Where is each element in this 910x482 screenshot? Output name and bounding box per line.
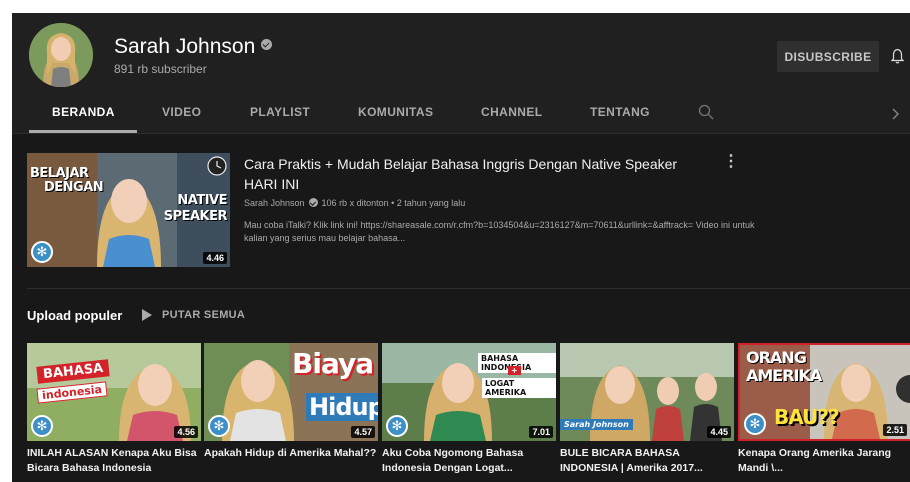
channel-name-text: Sarah Johnson bbox=[114, 35, 256, 58]
video-card[interactable]: ORANGAMERIKA BAU?? 2.51 Kenapa Orang Ame… bbox=[738, 343, 910, 476]
channel-page: Sarah Johnson 891 rb subscriber DISUBSCR… bbox=[12, 13, 910, 482]
more-vert-icon[interactable]: ⋮ bbox=[723, 154, 739, 170]
thumbnail-text: NATIVE SPEAKER bbox=[163, 193, 228, 224]
thumbnail-text: BELAJAR DENGAN bbox=[30, 166, 104, 195]
channel-logo-icon bbox=[208, 415, 230, 437]
active-tab-indicator bbox=[29, 130, 137, 133]
search-icon[interactable] bbox=[698, 104, 714, 120]
video-duration: 4.57 bbox=[351, 426, 375, 438]
subscriber-count: 891 rb subscriber bbox=[114, 62, 207, 76]
thumbnail-text: ORANG AMERIKA bbox=[746, 348, 822, 385]
video-card[interactable]: BAHASA INDONESIA + LOGAT AMERIKA 7.01 Ak… bbox=[382, 343, 556, 476]
section-divider bbox=[27, 288, 910, 289]
channel-name: Sarah Johnson bbox=[114, 35, 273, 59]
featured-video-meta: Sarah Johnson 106 rb x ditonton • 2 tahun… bbox=[244, 198, 465, 208]
video-card[interactable]: BAHASA indonesia 4.56 INILAH ALASAN Kena… bbox=[27, 343, 201, 476]
channel-logo-icon bbox=[744, 413, 766, 435]
video-title[interactable]: Aku Coba Ngomong Bahasa Indonesia Dengan… bbox=[382, 446, 556, 476]
video-card[interactable]: Biaya Hidup 4.57 Apakah Hidup di Amerika… bbox=[204, 343, 378, 461]
featured-video-thumbnail[interactable]: BELAJARDENGAN NATIVESPEAKER 4.46 bbox=[27, 153, 230, 267]
channel-header: Sarah Johnson 891 rb subscriber DISUBSCR… bbox=[12, 13, 910, 95]
video-duration: 4.45 bbox=[707, 426, 731, 438]
featured-stats: 106 rb x ditonton • 2 tahun yang lalu bbox=[321, 198, 466, 208]
featured-video-title[interactable]: Cara Praktis + Mudah Belajar Bahasa Ingg… bbox=[244, 154, 714, 194]
video-thumbnail[interactable]: Sarah Johnson 4.45 bbox=[560, 343, 734, 441]
tab-beranda[interactable]: BERANDA bbox=[52, 105, 115, 119]
shelf-title[interactable]: Upload populer bbox=[27, 308, 122, 323]
video-title[interactable]: Kenapa Orang Amerika Jarang Mandi \... bbox=[738, 446, 910, 476]
video-thumbnail[interactable]: BAHASA indonesia 4.56 bbox=[27, 343, 201, 441]
verified-check-icon bbox=[308, 198, 318, 207]
chevron-right-icon[interactable] bbox=[890, 107, 900, 121]
play-all-label: PUTAR SEMUA bbox=[162, 309, 246, 321]
bell-icon[interactable] bbox=[891, 48, 904, 64]
tab-video[interactable]: VIDEO bbox=[162, 105, 201, 119]
video-card[interactable]: Sarah Johnson 4.45 BULE BICARA BAHASA IN… bbox=[560, 343, 734, 476]
video-thumbnail[interactable]: BAHASA INDONESIA + LOGAT AMERIKA 7.01 bbox=[382, 343, 556, 441]
featured-channel-name[interactable]: Sarah Johnson bbox=[244, 198, 305, 208]
verified-check-icon bbox=[261, 39, 273, 50]
tab-tentang[interactable]: TENTANG bbox=[590, 105, 650, 119]
video-title[interactable]: Apakah Hidup di Amerika Mahal?? bbox=[204, 446, 378, 461]
video-duration: 7.01 bbox=[529, 426, 553, 438]
subscribe-button[interactable]: DISUBSCRIBE bbox=[777, 41, 879, 72]
channel-logo-icon bbox=[31, 415, 53, 437]
thumbnail-text: + bbox=[508, 366, 521, 375]
channel-logo-icon bbox=[31, 241, 53, 263]
thumbnail-text: BAU?? bbox=[774, 405, 840, 429]
thumbnail-text: Biaya bbox=[292, 347, 374, 380]
thumbnail-text: Hidup bbox=[306, 393, 378, 421]
video-duration: 4.56 bbox=[174, 426, 198, 438]
thumbnail-text: LOGAT AMERIKA bbox=[482, 378, 556, 398]
video-thumbnail[interactable]: Biaya Hidup 4.57 bbox=[204, 343, 378, 441]
video-title[interactable]: BULE BICARA BAHASA INDONESIA | Amerika 2… bbox=[560, 446, 734, 476]
video-duration: 4.46 bbox=[203, 252, 227, 264]
tab-komunitas[interactable]: KOMUNITAS bbox=[358, 105, 433, 119]
avatar[interactable] bbox=[29, 23, 93, 87]
video-thumbnail[interactable]: ORANGAMERIKA BAU?? 2.51 bbox=[738, 343, 910, 441]
thumbnail-text: Sarah Johnson bbox=[560, 419, 633, 430]
play-all-button[interactable]: PUTAR SEMUA bbox=[142, 309, 245, 321]
tab-playlist[interactable]: PLAYLIST bbox=[250, 105, 310, 119]
channel-logo-icon bbox=[386, 415, 408, 437]
video-title[interactable]: INILAH ALASAN Kenapa Aku Bisa Bicara Bah… bbox=[27, 446, 201, 476]
video-duration: 2.51 bbox=[883, 424, 907, 436]
tab-channel[interactable]: CHANNEL bbox=[481, 105, 542, 119]
play-icon bbox=[142, 309, 152, 321]
featured-video-description: Mau coba iTalki? Klik link ini! https://… bbox=[244, 220, 755, 243]
channel-tabs: BERANDA VIDEO PLAYLIST KOMUNITAS CHANNEL… bbox=[12, 95, 910, 134]
